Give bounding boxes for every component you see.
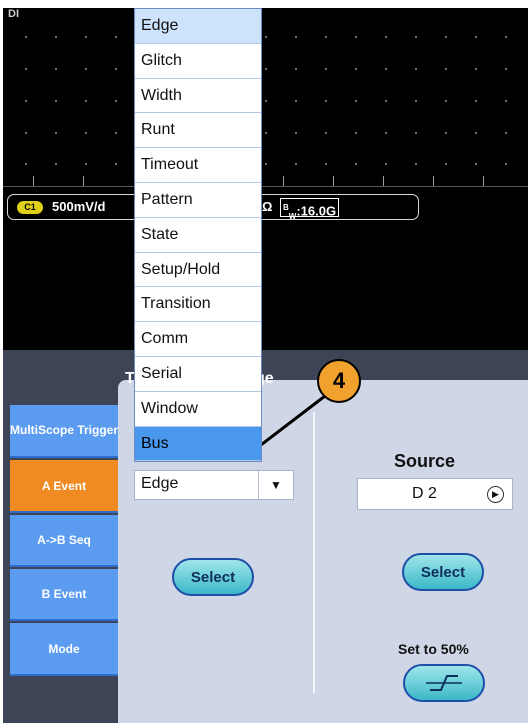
graticule-dots — [11, 36, 520, 38]
tab-b-event[interactable]: B Event — [10, 569, 118, 621]
tab-a-event[interactable]: A Event — [10, 460, 118, 513]
menu-item-timeout[interactable]: Timeout — [135, 148, 261, 183]
scope-display: DI C1 500mV/d Ω BW:16.0G — [3, 8, 528, 350]
menu-item-edge[interactable]: Edge — [135, 9, 261, 44]
menu-item-state[interactable]: State — [135, 218, 261, 253]
set-to-50-label: Set to 50% — [398, 641, 469, 657]
graticule-dots — [11, 68, 520, 70]
channel-1-badge[interactable]: C1 — [17, 201, 43, 214]
graticule-tick — [33, 176, 34, 186]
menu-item-pattern[interactable]: Pattern — [135, 183, 261, 218]
step-callout: 4 — [317, 359, 361, 403]
source-select-button[interactable]: Select — [402, 553, 484, 591]
menu-item-width[interactable]: Width — [135, 79, 261, 114]
graticule-tick — [283, 176, 284, 186]
source-select[interactable]: D 2 ▶ — [357, 478, 513, 510]
menu-item-runt[interactable]: Runt — [135, 113, 261, 149]
corner-label: DI — [8, 8, 19, 20]
source-value: D 2 — [412, 485, 437, 502]
play-arrow-icon[interactable]: ▶ — [487, 486, 504, 503]
menu-item-window[interactable]: Window — [135, 392, 261, 427]
graticule-tick — [333, 176, 334, 186]
graticule-dots — [11, 132, 520, 134]
graticule-tick — [83, 176, 84, 186]
graticule-dots — [11, 163, 520, 165]
channel-1-termination: Ω — [262, 199, 273, 214]
graticule-dots — [11, 100, 520, 102]
bandwidth-prefix: B — [283, 203, 289, 212]
type-select-button[interactable]: Select — [172, 558, 254, 596]
bandwidth-readout: BW:16.0G — [280, 198, 340, 221]
menu-item-setup-hold[interactable]: Setup/Hold — [135, 253, 261, 288]
rising-edge-icon — [426, 675, 462, 691]
bandwidth-value: :16.0G — [296, 203, 337, 219]
menu-item-serial[interactable]: Serial — [135, 357, 261, 392]
trigger-type-select[interactable]: Edge ▼ — [134, 470, 294, 500]
tab-a-b-sequence[interactable]: A->B Seq — [10, 515, 118, 567]
chevron-down-icon[interactable]: ▼ — [258, 471, 293, 499]
graticule-tick — [483, 176, 484, 186]
menu-item-glitch[interactable]: Glitch — [135, 44, 261, 79]
trigger-type-value: Edge — [141, 475, 179, 492]
graticule-baseline — [3, 186, 528, 187]
trigger-type-menu[interactable]: Edge Glitch Width Runt Timeout Pattern S… — [134, 8, 262, 463]
tab-multiscope-trigger[interactable]: MultiScope Trigger — [10, 405, 118, 458]
graticule-tick — [383, 176, 384, 186]
menu-item-comm[interactable]: Comm — [135, 322, 261, 357]
menu-item-bus[interactable]: Bus — [135, 426, 261, 462]
tab-mode[interactable]: Mode — [10, 623, 118, 676]
graticule-tick — [433, 176, 434, 186]
channel-1-scale: 500mV/d — [52, 199, 106, 214]
source-label: Source — [394, 451, 456, 471]
set-to-50-button[interactable] — [403, 664, 485, 702]
panel-divider — [313, 412, 315, 693]
menu-item-transition[interactable]: Transition — [135, 287, 261, 323]
